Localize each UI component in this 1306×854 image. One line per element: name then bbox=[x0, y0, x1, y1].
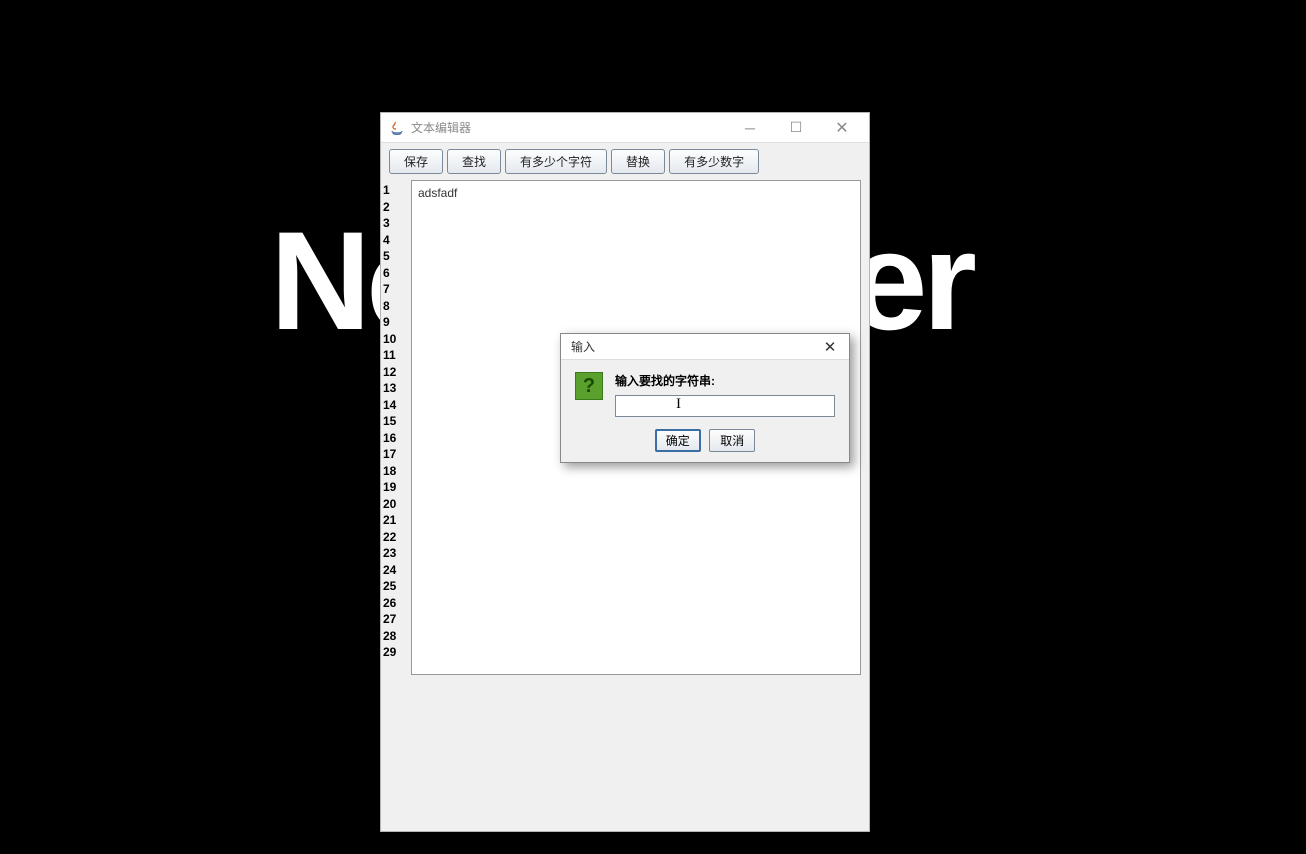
line-number: 28 bbox=[381, 628, 411, 645]
line-number: 3 bbox=[381, 215, 411, 232]
window-controls: ─ ☐ ✕ bbox=[727, 113, 865, 142]
line-number: 26 bbox=[381, 595, 411, 612]
line-number: 13 bbox=[381, 380, 411, 397]
line-number: 24 bbox=[381, 562, 411, 579]
line-number: 8 bbox=[381, 298, 411, 315]
editor-window: 文本编辑器 ─ ☐ ✕ 保存 查找 有多少个字符 替换 有多少数字 123456… bbox=[380, 112, 870, 832]
dialog-buttons: 确定 取消 bbox=[561, 425, 849, 462]
dialog-titlebar[interactable]: 输入 ✕ bbox=[561, 334, 849, 360]
maximize-button[interactable]: ☐ bbox=[773, 113, 819, 143]
line-number: 7 bbox=[381, 281, 411, 298]
line-number: 5 bbox=[381, 248, 411, 265]
ok-button[interactable]: 确定 bbox=[655, 429, 701, 452]
line-number: 1 bbox=[381, 182, 411, 199]
dialog-body: ? 输入要找的字符串: bbox=[561, 360, 849, 425]
toolbar: 保存 查找 有多少个字符 替换 有多少数字 bbox=[381, 143, 869, 180]
question-icon: ? bbox=[575, 372, 603, 400]
dialog-title: 输入 bbox=[571, 338, 815, 355]
line-number: 21 bbox=[381, 512, 411, 529]
line-number: 29 bbox=[381, 644, 411, 661]
line-number: 11 bbox=[381, 347, 411, 364]
save-button[interactable]: 保存 bbox=[389, 149, 443, 174]
window-title: 文本编辑器 bbox=[411, 119, 727, 136]
line-number: 17 bbox=[381, 446, 411, 463]
line-number: 18 bbox=[381, 463, 411, 480]
line-number: 25 bbox=[381, 578, 411, 595]
find-input[interactable] bbox=[615, 395, 835, 417]
line-number: 10 bbox=[381, 331, 411, 348]
line-number: 2 bbox=[381, 199, 411, 216]
find-button[interactable]: 查找 bbox=[447, 149, 501, 174]
dialog-close-button[interactable]: ✕ bbox=[815, 338, 845, 356]
line-number: 22 bbox=[381, 529, 411, 546]
line-number: 27 bbox=[381, 611, 411, 628]
line-number: 12 bbox=[381, 364, 411, 381]
digit-count-button[interactable]: 有多少数字 bbox=[669, 149, 759, 174]
char-count-button[interactable]: 有多少个字符 bbox=[505, 149, 607, 174]
line-number: 6 bbox=[381, 265, 411, 282]
line-number: 23 bbox=[381, 545, 411, 562]
cancel-button[interactable]: 取消 bbox=[709, 429, 755, 452]
line-number: 14 bbox=[381, 397, 411, 414]
window-titlebar[interactable]: 文本编辑器 ─ ☐ ✕ bbox=[381, 113, 869, 143]
line-number: 4 bbox=[381, 232, 411, 249]
input-dialog: 输入 ✕ ? 输入要找的字符串: 确定 取消 bbox=[560, 333, 850, 463]
close-button[interactable]: ✕ bbox=[819, 113, 865, 143]
line-number: 9 bbox=[381, 314, 411, 331]
line-number: 15 bbox=[381, 413, 411, 430]
line-number: 16 bbox=[381, 430, 411, 447]
text-cursor-icon: I bbox=[676, 396, 681, 413]
java-icon bbox=[389, 120, 405, 136]
line-number: 20 bbox=[381, 496, 411, 513]
replace-button[interactable]: 替换 bbox=[611, 149, 665, 174]
line-number: 19 bbox=[381, 479, 411, 496]
minimize-button[interactable]: ─ bbox=[727, 113, 773, 143]
line-number-gutter: 1234567891011121314151617181920212223242… bbox=[381, 180, 411, 675]
dialog-prompt: 输入要找的字符串: bbox=[615, 372, 835, 389]
